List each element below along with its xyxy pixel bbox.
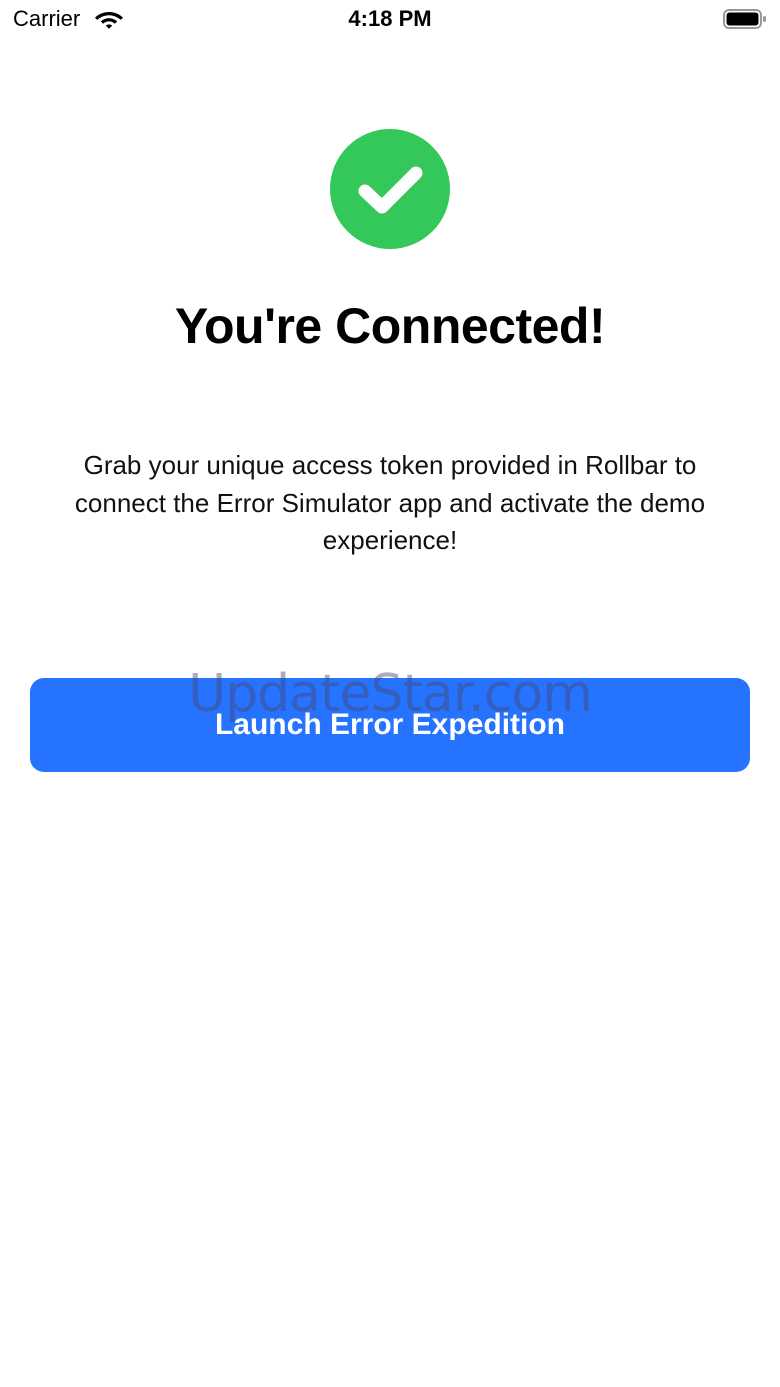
- page-title: You're Connected!: [174, 298, 606, 354]
- launch-button-label: Launch Error Expedition: [214, 708, 566, 741]
- app-screen: Carrier 4:18 PM You're Connected! Grab y…: [0, 0, 780, 1387]
- status-time: 4:18 PM: [348, 6, 432, 31]
- battery-icon: [723, 9, 767, 29]
- instructions-text: Grab your unique access token provided i…: [74, 450, 706, 555]
- launch-error-expedition-button[interactable]: Launch Error Expedition: [30, 678, 750, 772]
- status-bar: Carrier 4:18 PM: [0, 0, 780, 40]
- checkmark-circle-icon: [330, 129, 450, 249]
